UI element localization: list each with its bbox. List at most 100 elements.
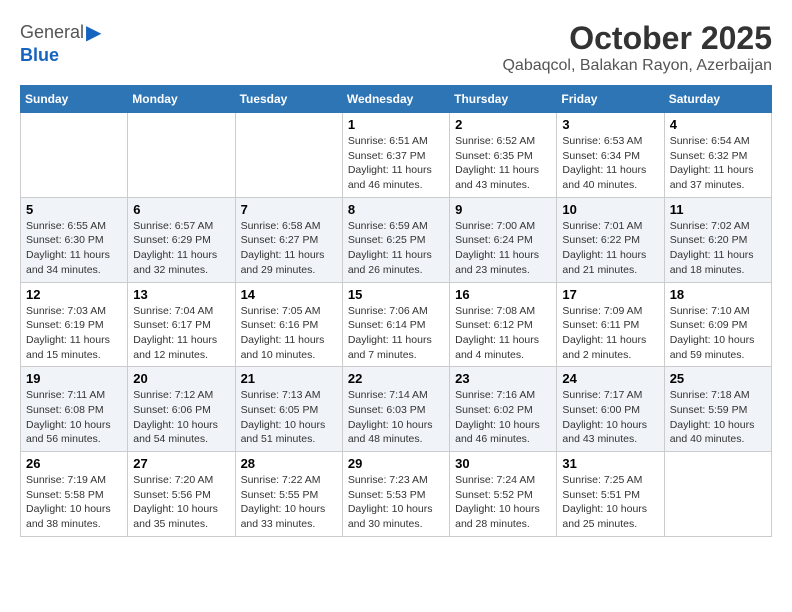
- day-number: 10: [562, 202, 658, 217]
- month-title: October 2025: [502, 20, 772, 57]
- day-number: 25: [670, 371, 766, 386]
- calendar-day-cell: 11Sunrise: 7:02 AM Sunset: 6:20 PM Dayli…: [664, 197, 771, 282]
- calendar-day-cell: 22 Sunrise: 7:14 AM Sunset: 6:03 PM Dayli…: [342, 367, 449, 452]
- day-info: Sunrise: 6:55 AM Sunset: 6:30 PM Dayligh…: [26, 219, 122, 278]
- calendar-day-cell: 29 Sunrise: 7:23 AM Sunset: 5:53 PM Dayli…: [342, 452, 449, 537]
- calendar-day-cell: [128, 113, 235, 198]
- logo: General ▶ Blue: [20, 20, 101, 66]
- logo-bird-icon: ▶: [86, 20, 101, 45]
- calendar-day-cell: 25 Sunrise: 7:18 AM Sunset: 5:59 PM Dayli…: [664, 367, 771, 452]
- day-info: Sunrise: 7:05 AM Sunset: 6:16 PM Dayligh…: [241, 304, 337, 363]
- calendar-day-cell: 26 Sunrise: 7:19 AM Sunset: 5:58 PM Dayli…: [21, 452, 128, 537]
- weekday-header-cell: Monday: [128, 86, 235, 113]
- weekday-header-cell: Tuesday: [235, 86, 342, 113]
- calendar-day-cell: 20Sunrise: 7:12 AM Sunset: 6:06 PM Dayli…: [128, 367, 235, 452]
- day-number: 7: [241, 202, 337, 217]
- day-number: 24: [562, 371, 658, 386]
- calendar-day-cell: 21 Sunrise: 7:13 AM Sunset: 6:05 PM Dayli…: [235, 367, 342, 452]
- day-number: 17: [562, 287, 658, 302]
- day-info: Sunrise: 7:01 AM Sunset: 6:22 PM Dayligh…: [562, 219, 658, 278]
- day-info: Sunrise: 7:10 AM Sunset: 6:09 PM Dayligh…: [670, 304, 766, 363]
- day-info: Sunrise: 7:16 AM Sunset: 6:02 PM Dayligh…: [455, 388, 551, 447]
- title-section: October 2025 Qabaqcol, Balakan Rayon, Az…: [502, 20, 772, 75]
- calendar-week-row: 12 Sunrise: 7:03 AM Sunset: 6:19 PM Dayli…: [21, 282, 772, 367]
- calendar-day-cell: 8 Sunrise: 6:59 AM Sunset: 6:25 PM Daylig…: [342, 197, 449, 282]
- day-info: Sunrise: 7:14 AM Sunset: 6:03 PM Dayligh…: [348, 388, 444, 447]
- day-info: Sunrise: 7:20 AM Sunset: 5:56 PM Dayligh…: [133, 473, 229, 532]
- day-number: 15: [348, 287, 444, 302]
- calendar-day-cell: 23 Sunrise: 7:16 AM Sunset: 6:02 PM Dayli…: [450, 367, 557, 452]
- day-number: 31: [562, 456, 658, 471]
- day-number: 5: [26, 202, 122, 217]
- calendar-body: 1 Sunrise: 6:51 AM Sunset: 6:37 PM Daylig…: [21, 113, 772, 537]
- calendar-day-cell: 10 Sunrise: 7:01 AM Sunset: 6:22 PM Dayli…: [557, 197, 664, 282]
- calendar-week-row: 19Sunrise: 7:11 AM Sunset: 6:08 PM Dayli…: [21, 367, 772, 452]
- day-info: Sunrise: 7:00 AM Sunset: 6:24 PM Dayligh…: [455, 219, 551, 278]
- calendar-day-cell: [664, 452, 771, 537]
- calendar-day-cell: 19Sunrise: 7:11 AM Sunset: 6:08 PM Dayli…: [21, 367, 128, 452]
- calendar-day-cell: 24 Sunrise: 7:17 AM Sunset: 6:00 PM Dayli…: [557, 367, 664, 452]
- day-info: Sunrise: 7:23 AM Sunset: 5:53 PM Dayligh…: [348, 473, 444, 532]
- calendar-day-cell: 1 Sunrise: 6:51 AM Sunset: 6:37 PM Daylig…: [342, 113, 449, 198]
- day-number: 14: [241, 287, 337, 302]
- day-info: Sunrise: 6:51 AM Sunset: 6:37 PM Dayligh…: [348, 134, 444, 193]
- calendar-day-cell: 30 Sunrise: 7:24 AM Sunset: 5:52 PM Dayli…: [450, 452, 557, 537]
- calendar-week-row: 1 Sunrise: 6:51 AM Sunset: 6:37 PM Daylig…: [21, 113, 772, 198]
- calendar-week-row: 5 Sunrise: 6:55 AM Sunset: 6:30 PM Daylig…: [21, 197, 772, 282]
- calendar-day-cell: 7Sunrise: 6:58 AM Sunset: 6:27 PM Daylig…: [235, 197, 342, 282]
- location-title: Qabaqcol, Balakan Rayon, Azerbaijan: [502, 57, 772, 75]
- day-number: 23: [455, 371, 551, 386]
- calendar-day-cell: 6 Sunrise: 6:57 AM Sunset: 6:29 PM Daylig…: [128, 197, 235, 282]
- day-number: 30: [455, 456, 551, 471]
- day-info: Sunrise: 7:08 AM Sunset: 6:12 PM Dayligh…: [455, 304, 551, 363]
- day-info: Sunrise: 7:18 AM Sunset: 5:59 PM Dayligh…: [670, 388, 766, 447]
- calendar-day-cell: 31Sunrise: 7:25 AM Sunset: 5:51 PM Dayli…: [557, 452, 664, 537]
- day-number: 6: [133, 202, 229, 217]
- day-info: Sunrise: 7:19 AM Sunset: 5:58 PM Dayligh…: [26, 473, 122, 532]
- day-info: Sunrise: 6:53 AM Sunset: 6:34 PM Dayligh…: [562, 134, 658, 193]
- day-number: 13: [133, 287, 229, 302]
- weekday-header-cell: Wednesday: [342, 86, 449, 113]
- calendar-table: SundayMondayTuesdayWednesdayThursdayFrid…: [20, 85, 772, 537]
- day-info: Sunrise: 7:22 AM Sunset: 5:55 PM Dayligh…: [241, 473, 337, 532]
- day-number: 1: [348, 117, 444, 132]
- day-info: Sunrise: 6:57 AM Sunset: 6:29 PM Dayligh…: [133, 219, 229, 278]
- day-info: Sunrise: 7:17 AM Sunset: 6:00 PM Dayligh…: [562, 388, 658, 447]
- day-info: Sunrise: 7:24 AM Sunset: 5:52 PM Dayligh…: [455, 473, 551, 532]
- calendar-day-cell: 14 Sunrise: 7:05 AM Sunset: 6:16 PM Dayli…: [235, 282, 342, 367]
- day-number: 19: [26, 371, 122, 386]
- calendar-day-cell: 17 Sunrise: 7:09 AM Sunset: 6:11 PM Dayli…: [557, 282, 664, 367]
- day-number: 21: [241, 371, 337, 386]
- calendar-day-cell: 5 Sunrise: 6:55 AM Sunset: 6:30 PM Daylig…: [21, 197, 128, 282]
- day-info: Sunrise: 7:12 AM Sunset: 6:06 PM Dayligh…: [133, 388, 229, 447]
- logo-blue: Blue: [20, 45, 59, 66]
- day-number: 3: [562, 117, 658, 132]
- day-info: Sunrise: 6:59 AM Sunset: 6:25 PM Dayligh…: [348, 219, 444, 278]
- calendar-day-cell: 16Sunrise: 7:08 AM Sunset: 6:12 PM Dayli…: [450, 282, 557, 367]
- day-info: Sunrise: 7:13 AM Sunset: 6:05 PM Dayligh…: [241, 388, 337, 447]
- day-number: 29: [348, 456, 444, 471]
- calendar-day-cell: 27 Sunrise: 7:20 AM Sunset: 5:56 PM Dayli…: [128, 452, 235, 537]
- calendar-day-cell: 4Sunrise: 6:54 AM Sunset: 6:32 PM Daylig…: [664, 113, 771, 198]
- day-info: Sunrise: 6:52 AM Sunset: 6:35 PM Dayligh…: [455, 134, 551, 193]
- day-info: Sunrise: 7:03 AM Sunset: 6:19 PM Dayligh…: [26, 304, 122, 363]
- weekday-header-cell: Sunday: [21, 86, 128, 113]
- calendar-day-cell: 13 Sunrise: 7:04 AM Sunset: 6:17 PM Dayli…: [128, 282, 235, 367]
- calendar-day-cell: [21, 113, 128, 198]
- day-number: 26: [26, 456, 122, 471]
- weekday-header-cell: Saturday: [664, 86, 771, 113]
- day-info: Sunrise: 7:09 AM Sunset: 6:11 PM Dayligh…: [562, 304, 658, 363]
- calendar-day-cell: 28 Sunrise: 7:22 AM Sunset: 5:55 PM Dayli…: [235, 452, 342, 537]
- day-number: 2: [455, 117, 551, 132]
- day-number: 9: [455, 202, 551, 217]
- day-number: 22: [348, 371, 444, 386]
- logo-general: General: [20, 22, 84, 43]
- day-info: Sunrise: 7:02 AM Sunset: 6:20 PM Dayligh…: [670, 219, 766, 278]
- day-number: 28: [241, 456, 337, 471]
- calendar-day-cell: 15Sunrise: 7:06 AM Sunset: 6:14 PM Dayli…: [342, 282, 449, 367]
- day-number: 27: [133, 456, 229, 471]
- day-number: 18: [670, 287, 766, 302]
- day-number: 12: [26, 287, 122, 302]
- day-info: Sunrise: 7:04 AM Sunset: 6:17 PM Dayligh…: [133, 304, 229, 363]
- day-number: 8: [348, 202, 444, 217]
